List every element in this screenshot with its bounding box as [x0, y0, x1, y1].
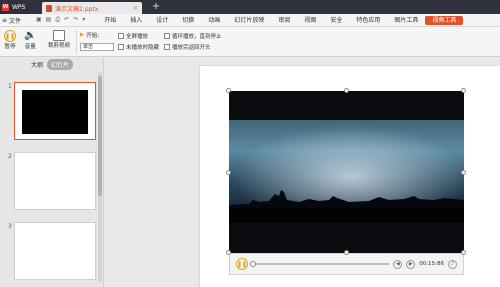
pause-label: 暂停	[4, 44, 16, 50]
hide-checkbox[interactable]	[118, 44, 124, 50]
crop-video-icon	[53, 30, 65, 41]
rewind-checkbox[interactable]	[164, 44, 170, 50]
resize-handle[interactable]	[226, 170, 231, 175]
scrollbar-thumb[interactable]	[98, 76, 102, 196]
close-tab-icon[interactable]: ×	[133, 5, 138, 12]
tab-features[interactable]: 特色应用	[349, 14, 387, 27]
hide-label: 未播放时隐藏	[126, 45, 160, 51]
loop-checkbox[interactable]	[164, 33, 170, 39]
video-thumbnail	[22, 90, 88, 134]
ribbon-tabs: 开始 插入 设计 切换 动画 幻灯片放映 审阅 视图 安全 特色应用 图片工具 …	[97, 14, 464, 27]
document-tab-label: 演示文稿2.pptx	[55, 5, 99, 13]
save-icon[interactable]: ▣	[36, 16, 42, 24]
quick-access-toolbar: ▣ ▤ ⎙ ↶ ↷ ▾	[36, 16, 85, 24]
tab-animation[interactable]: 动画	[201, 14, 227, 27]
video-player-controls: ❚❚ ◀ ▶ 00:15:86 ♪	[229, 253, 464, 275]
slide-panel: 大纲 幻灯片 1 2 3	[0, 58, 104, 287]
start-icon: ▶	[80, 32, 85, 38]
file-menu[interactable]: ≡ 文件	[2, 15, 30, 25]
slide-number: 1	[8, 83, 12, 90]
open-icon[interactable]: ▤	[46, 16, 52, 24]
menu-icon: ≡	[2, 16, 8, 24]
forward-icon[interactable]: ▶	[406, 259, 416, 269]
title-bar: W WPS 演示文稿2.pptx × +	[0, 0, 500, 14]
volume-button[interactable]: 🔈 音量	[24, 30, 36, 50]
play-pause-button[interactable]: ❚❚	[236, 258, 248, 270]
rewind-label: 播放完返回开头	[172, 45, 211, 51]
slide-number: 2	[8, 153, 12, 160]
file-menu-label: 文件	[9, 17, 22, 25]
fullscreen-label: 全屏播放	[126, 34, 149, 40]
resize-handle[interactable]	[344, 250, 349, 255]
fullscreen-option[interactable]: 全屏播放	[118, 32, 148, 40]
panel-tabs: 大纲 幻灯片	[0, 58, 104, 70]
pause-button[interactable]: ❚❚ 暂停	[4, 30, 16, 50]
more-icon[interactable]: ▾	[82, 16, 85, 24]
tab-slides[interactable]: 幻灯片	[47, 58, 74, 70]
wps-logo-icon: W	[2, 3, 9, 11]
tab-outline[interactable]: 大纲	[31, 60, 43, 69]
redo-icon[interactable]: ↷	[73, 16, 78, 24]
video-frame-image	[229, 120, 464, 223]
video-tools-ribbon: ❚❚ 暂停 🔈 音量 裁剪视频 ▶ 开始: 单击 全屏播放 未播放时隐藏 循环播…	[0, 27, 500, 57]
start-select-value: 单击	[83, 44, 94, 50]
tab-view[interactable]: 视图	[297, 14, 323, 27]
slide-number: 3	[8, 223, 12, 230]
ribbon-divider	[76, 30, 77, 54]
tab-review[interactable]: 审阅	[271, 14, 297, 27]
resize-handle[interactable]	[461, 250, 466, 255]
start-select[interactable]: 单击	[80, 43, 114, 51]
tab-design[interactable]: 设计	[149, 14, 175, 27]
city-skyline-image	[229, 120, 464, 223]
app-name: WPS	[12, 3, 26, 11]
start-label: 开始:	[86, 33, 100, 39]
volume-icon: 🔈	[24, 30, 37, 41]
rewind-option[interactable]: 播放完返回开头	[164, 43, 211, 51]
document-tab[interactable]: 演示文稿2.pptx ×	[42, 2, 142, 14]
resize-handle[interactable]	[226, 88, 231, 93]
ribbon-tab-bar: ≡ 文件 ▣ ▤ ⎙ ↶ ↷ ▾ 开始 插入 设计 切换 动画 幻灯片放映 审阅…	[0, 14, 500, 27]
wps-app-button[interactable]: W WPS	[2, 2, 38, 12]
print-icon[interactable]: ⎙	[55, 16, 60, 24]
resize-handle[interactable]	[344, 88, 349, 93]
tab-security[interactable]: 安全	[323, 14, 349, 27]
crop-video-button[interactable]: 裁剪视频	[48, 30, 70, 49]
hide-when-not-playing-option[interactable]: 未播放时隐藏	[118, 43, 159, 51]
fullscreen-checkbox[interactable]	[118, 33, 124, 39]
playback-time: 00:15:86	[419, 261, 444, 267]
slide-thumbnail-2[interactable]	[14, 152, 96, 210]
crop-video-label: 裁剪视频	[48, 43, 71, 49]
loop-label: 循环播放，直到停止	[172, 34, 222, 40]
rewind-icon[interactable]: ◀	[393, 259, 403, 269]
slide-thumbnail-1[interactable]	[14, 82, 96, 140]
tab-picture-tools[interactable]: 图片工具	[387, 14, 425, 27]
volume-icon[interactable]: ♪	[448, 259, 457, 269]
resize-handle[interactable]	[461, 88, 466, 93]
tab-transitions[interactable]: 切换	[175, 14, 201, 27]
tab-slideshow[interactable]: 幻灯片放映	[227, 14, 271, 27]
pause-icon: ❚❚	[4, 30, 16, 42]
resize-handle[interactable]	[226, 250, 231, 255]
undo-icon[interactable]: ↶	[64, 16, 69, 24]
tab-insert[interactable]: 插入	[123, 14, 149, 27]
start-option: ▶ 开始:	[80, 31, 99, 39]
loop-option[interactable]: 循环播放，直到停止	[164, 32, 222, 40]
seek-knob[interactable]	[250, 261, 256, 267]
slide-thumbnail-3[interactable]	[14, 222, 96, 280]
new-tab-button[interactable]: +	[150, 1, 162, 13]
seek-bar[interactable]	[250, 261, 390, 267]
volume-label: 音量	[24, 44, 36, 50]
tab-home[interactable]: 开始	[97, 14, 123, 27]
ppt-file-icon	[46, 4, 52, 12]
tab-video-tools[interactable]: 视频工具	[425, 15, 464, 25]
resize-handle[interactable]	[461, 170, 466, 175]
panel-scrollbar[interactable]	[98, 72, 102, 282]
